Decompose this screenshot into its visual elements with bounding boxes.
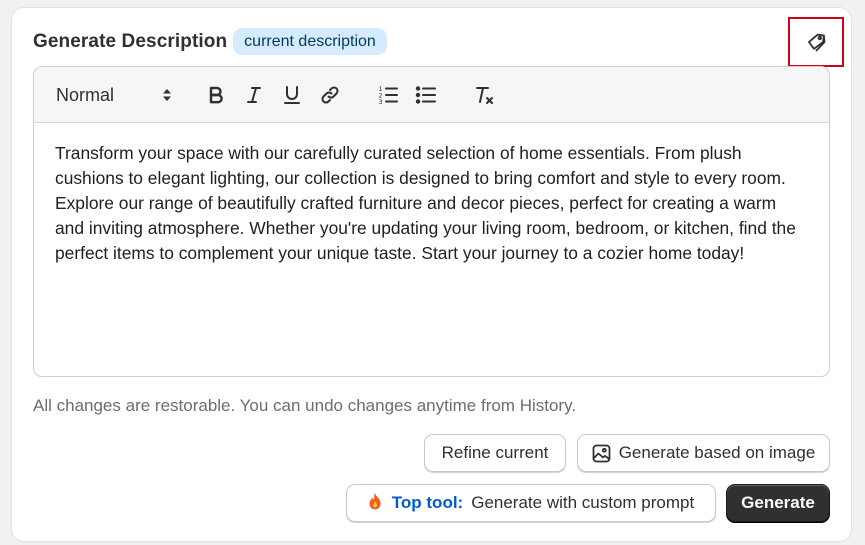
editor-content[interactable]: Transform your space with our carefully … — [34, 123, 829, 266]
svg-text:3: 3 — [379, 98, 383, 106]
bullet-list-icon — [415, 84, 437, 106]
top-tool-label: Top tool: — [391, 493, 464, 512]
link-icon — [319, 84, 341, 106]
helper-text: All changes are restorable. You can undo… — [33, 396, 577, 415]
select-arrows-icon — [162, 87, 172, 103]
tag-icon — [805, 31, 827, 53]
card-title: Generate Description — [33, 30, 228, 52]
format-select[interactable]: Normal — [56, 81, 174, 109]
generate-description-card: Generate Description current description… — [12, 8, 851, 541]
editor-toolbar: Normal 1 2 3 — [34, 67, 829, 123]
card-header: Generate Description current description — [33, 28, 387, 55]
custom-prompt-button[interactable]: Top tool: Generate with custom prompt — [346, 484, 716, 522]
status-badge: current description — [233, 28, 387, 55]
underline-button[interactable] — [278, 81, 306, 109]
rich-text-editor: Normal 1 2 3 Transform your space with o… — [33, 66, 830, 377]
underline-icon — [282, 85, 302, 105]
custom-prompt-label: Generate with custom prompt — [471, 493, 695, 512]
generate-button[interactable]: Generate — [726, 484, 830, 522]
format-select-value: Normal — [56, 84, 115, 105]
generate-based-on-image-label: Generate based on image — [618, 443, 816, 462]
refine-current-button[interactable]: Refine current — [424, 434, 566, 472]
italic-icon — [244, 85, 264, 105]
bold-button[interactable] — [202, 81, 230, 109]
bold-icon — [206, 85, 226, 105]
ordered-list-button[interactable]: 123 — [374, 81, 402, 109]
image-icon — [592, 444, 611, 463]
ordered-list-icon: 123 — [377, 84, 399, 106]
link-button[interactable] — [316, 81, 344, 109]
clear-format-button[interactable] — [470, 81, 498, 109]
bullet-list-button[interactable] — [412, 81, 440, 109]
flame-icon — [368, 492, 382, 515]
clear-format-icon — [473, 84, 495, 106]
tag-button[interactable] — [788, 17, 844, 67]
generate-based-on-image-button[interactable]: Generate based on image — [577, 434, 830, 472]
italic-button[interactable] — [240, 81, 268, 109]
